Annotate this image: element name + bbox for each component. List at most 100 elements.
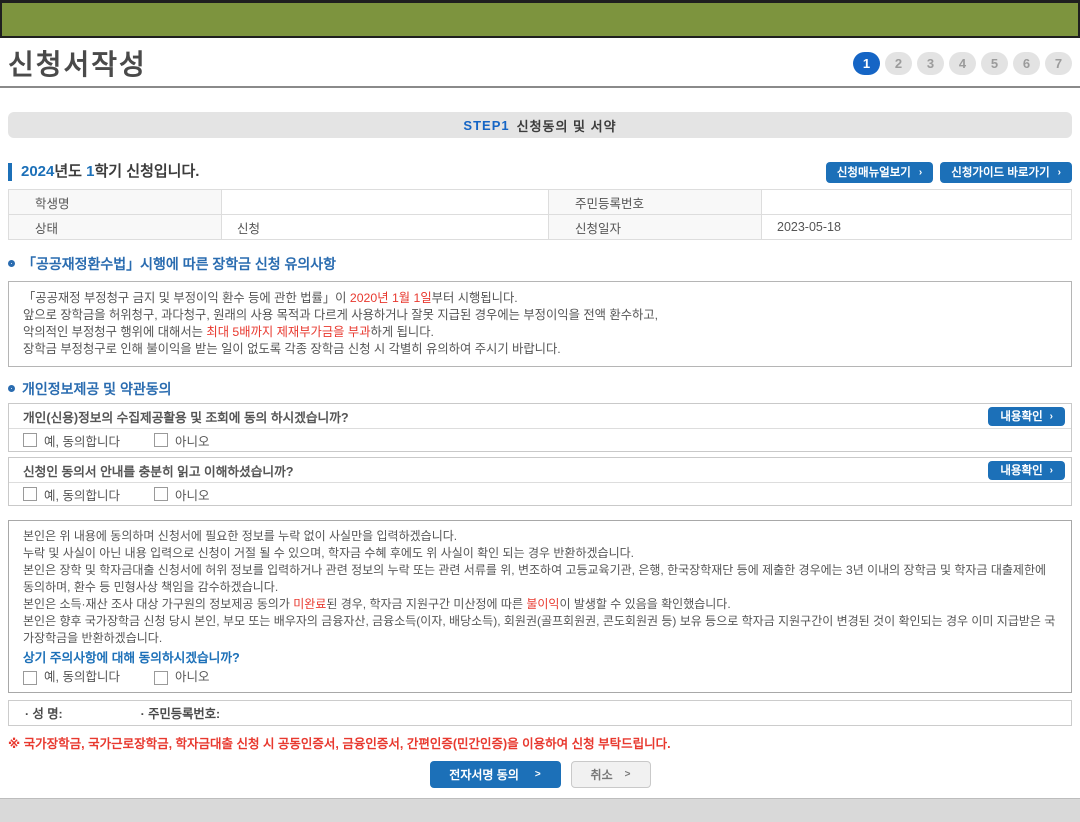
consent-guide-yes-checkbox[interactable] <box>23 487 37 501</box>
pledge-line-1: 본인은 위 내용에 동의하며 신청서에 필요한 정보를 누락 없이 사실만을 입… <box>23 529 458 543</box>
step-pill-7: 7 <box>1045 51 1072 75</box>
consent-question-guide: 신청인 동의서 안내를 충분히 읽고 이해하셨습니까? <box>23 464 294 479</box>
notice-section-title: 「공공재정환수법」시행에 따른 장학금 신청 유의사항 <box>8 255 1072 272</box>
rrn-label: 주민등록번호 <box>548 189 762 215</box>
pledge-line-4-tail: 이 발생할 수 있음을 확인했습니다. <box>559 597 731 611</box>
step-pill-5: 5 <box>981 51 1008 75</box>
pledge-line-3: 본인은 장학 및 학자금대출 신청서에 허위 정보를 입력하거나 관련 정보의 … <box>23 563 1047 594</box>
consent-privacy-no-checkbox[interactable] <box>153 433 168 447</box>
step-pill-2: 2 <box>885 51 912 75</box>
signature-rrn-label: · 주민등록번호: <box>140 707 221 721</box>
notice-line-1-highlight: 2020년 1월 1일 <box>349 291 432 305</box>
rrn-value <box>761 189 1072 215</box>
semester-rest: 학기 신청입니다. <box>94 163 200 180</box>
digital-signature-agree-button[interactable]: 전자서명 동의 > <box>429 761 561 788</box>
pledge-line-4: 본인은 소득·재산 조사 대상 가구원의 정보제공 동의가 미완료된 경우, 학… <box>23 596 1057 613</box>
pledge-no-group: 아니오 <box>153 669 210 686</box>
student-name-value <box>221 189 549 215</box>
signature-box: · 성 명: · 주민등록번호: <box>8 700 1072 726</box>
view-details-label: 내용확인 <box>1000 465 1043 477</box>
table-row: 상태 신청 신청일자 2023-05-18 <box>8 214 1072 240</box>
pledge-line-4-highlight-2: 불이익 <box>526 597 560 611</box>
status-label: 상태 <box>8 214 222 240</box>
step-banner-label: 신청동의 및 서약 <box>516 118 617 134</box>
chevron-right-icon: › <box>1057 166 1061 178</box>
applicant-info-table: 학생명 주민등록번호 상태 신청 신청일자 2023-05-18 <box>8 189 1072 240</box>
consent-guide-no-checkbox[interactable] <box>153 487 168 501</box>
view-details-button-guide[interactable]: 내용확인 › <box>988 460 1065 480</box>
consent-section-title-text: 개인정보제공 및 약관동의 <box>22 380 172 397</box>
consent-item-privacy: 개인(신용)정보의 수집제공활용 및 조회에 동의 하시겠습니까? 내용확인 › … <box>8 403 1072 452</box>
pledge-yes-group: 예, 동의합니다 <box>23 669 120 686</box>
student-name-label: 학생명 <box>8 189 222 215</box>
semester-title: 2024년도 1학기 신청입니다. <box>8 163 199 181</box>
chevron-right-icon: > <box>624 769 631 780</box>
pledge-line-4-highlight-1: 미완료 <box>293 597 327 611</box>
view-details-button-privacy[interactable]: 내용확인 › <box>988 406 1065 426</box>
notice-line-3-text: 악의적인 부정청구 행위에 대해서는 <box>23 325 207 339</box>
chevron-right-icon: › <box>1049 464 1053 476</box>
step-pill-3: 3 <box>917 51 944 75</box>
top-banner <box>0 0 1080 38</box>
step-pill-6: 6 <box>1013 51 1040 75</box>
consent-guide-yes-label: 예, 동의합니다 <box>44 488 120 503</box>
notice-line-1-tail: 부터 시행됩니다. <box>431 291 518 305</box>
step-pill-1: 1 <box>853 51 880 75</box>
chevron-right-icon: › <box>1049 410 1053 422</box>
consent-guide-yes-group: 예, 동의합니다 <box>23 485 120 504</box>
step-indicator: 1 2 3 4 5 6 7 <box>853 51 1072 75</box>
cancel-label: 취소 <box>590 768 613 782</box>
consent-privacy-yes-group: 예, 동의합니다 <box>23 431 120 450</box>
consent-guide-no-label: 아니오 <box>174 488 210 503</box>
chevron-right-icon: > <box>534 769 541 780</box>
guide-button[interactable]: 신청가이드 바로가기 › <box>940 161 1072 183</box>
step-pill-4: 4 <box>949 51 976 75</box>
semester-number: 1 <box>86 163 95 180</box>
notice-section-title-text: 「공공재정환수법」시행에 따른 장학금 신청 유의사항 <box>22 255 337 272</box>
guide-button-label: 신청가이드 바로가기 <box>951 167 1050 179</box>
step-banner: STEP1 신청동의 및 서약 <box>8 112 1072 138</box>
digital-signature-agree-label: 전자서명 동의 <box>449 768 519 782</box>
notice-line-3: 악의적인 부정청구 행위에 대해서는 최대 5배까지 제재부가금을 부과하게 됩… <box>23 324 1057 341</box>
consent-item-guide: 신청인 동의서 안내를 충분히 읽고 이해하셨습니까? 내용확인 › 예, 동의합… <box>8 457 1072 506</box>
notice-line-4: 장학금 부정청구로 인해 불이익을 받는 일이 없도록 각종 장학금 신청 시 … <box>23 342 561 356</box>
notice-box: 「공공재정 부정청구 금지 및 부정이익 환수 등에 관한 법률」이 2020년… <box>8 281 1072 367</box>
pledge-no-checkbox[interactable] <box>153 670 168 685</box>
circle-bullet-icon <box>8 260 15 267</box>
bottom-gray-strip <box>0 798 1080 822</box>
pledge-line-5: 본인은 향후 국가장학금 신청 당시 본인, 부모 또는 배우자의 금융자산, … <box>23 614 1056 645</box>
status-value: 신청 <box>221 214 549 240</box>
pledge-line-4-mid: 된 경우, 학자금 지원구간 미산정에 따른 <box>326 597 527 611</box>
consent-section-title: 개인정보제공 및 약관동의 <box>8 380 1072 397</box>
semester-mid: 년도 <box>54 163 87 180</box>
consent-question-privacy: 개인(신용)정보의 수집제공활용 및 조회에 동의 하시겠습니까? <box>23 410 349 425</box>
manual-button[interactable]: 신청매뉴얼보기 › <box>825 161 934 183</box>
pledge-no-label: 아니오 <box>174 670 210 684</box>
page-title: 신청서작성 <box>8 49 147 80</box>
chevron-right-icon: › <box>918 166 923 178</box>
consent-guide-no-group: 아니오 <box>153 485 210 504</box>
notice-line-3-tail: 하게 됩니다. <box>370 325 434 339</box>
circle-bullet-icon <box>8 385 15 392</box>
table-row: 학생명 주민등록번호 <box>8 189 1072 215</box>
page-header: 신청서작성 1 2 3 4 5 6 7 <box>0 38 1080 88</box>
step-banner-step: STEP1 <box>463 117 510 133</box>
consent-privacy-no-label: 아니오 <box>174 434 210 449</box>
pledge-line-4-text: 본인은 소득·재산 조사 대상 가구원의 정보제공 동의가 <box>23 597 294 611</box>
consent-privacy-yes-checkbox[interactable] <box>23 433 37 447</box>
notice-line-3-highlight: 최대 5배까지 제재부가금을 부과 <box>206 325 371 339</box>
semester-year: 2024 <box>21 163 55 180</box>
apply-date-value: 2023-05-18 <box>761 214 1072 240</box>
apply-date-label: 신청일자 <box>548 214 762 240</box>
consent-privacy-yes-label: 예, 동의합니다 <box>44 434 120 449</box>
view-details-label: 내용확인 <box>1000 411 1043 423</box>
manual-button-label: 신청매뉴얼보기 <box>836 167 911 179</box>
notice-line-2: 앞으로 장학금을 허위청구, 과다청구, 원래의 사용 목적과 다르게 사용하거… <box>23 308 659 322</box>
pledge-yes-checkbox[interactable] <box>23 670 37 685</box>
notice-line-1-text: 「공공재정 부정청구 금지 및 부정이익 환수 등에 관한 법률」이 <box>23 291 350 305</box>
certificate-warning-note: ※ 국가장학금, 국가근로장학금, 학자금대출 신청 시 공동인증서, 금융인증… <box>8 737 671 751</box>
pledge-question: 상기 주의사항에 대해 동의하시겠습니까? <box>23 651 240 665</box>
cancel-button[interactable]: 취소 > <box>570 761 651 788</box>
pledge-line-2: 누락 및 사실이 아닌 내용 입력으로 신청이 거절 될 수 있으며, 학자금 … <box>23 546 634 560</box>
consent-privacy-no-group: 아니오 <box>153 431 210 450</box>
